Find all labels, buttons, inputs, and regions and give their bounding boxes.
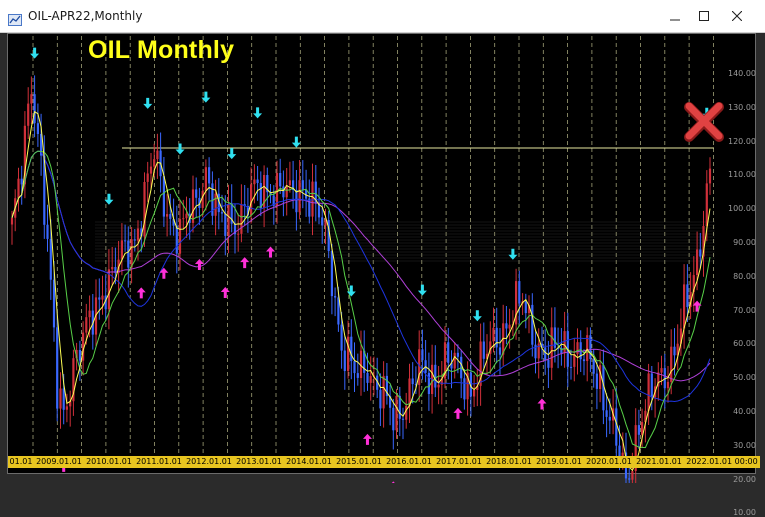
date-axis-label: 2021.01.01 [634,456,684,468]
price-axis-label: 30.00 [733,440,756,450]
chart-icon [8,11,22,26]
date-axis-label: 01.01 [8,456,34,468]
close-icon [731,9,743,25]
chart-window: OIL-APR22,Monthly OIL Monthly 140.00 130.… [0,0,765,517]
date-axis-label: 2012.01.01 [184,456,234,468]
price-axis-label: 40.00 [733,407,756,416]
title-bar[interactable]: OIL-APR22,Monthly [0,0,765,33]
price-axis-label: 50.00 [733,373,756,383]
maximize-button[interactable] [687,6,721,28]
candle-body [628,478,631,480]
date-axis: 01.01 2009.01.01 2010.01.01 2011.01.01 2012.… [8,456,760,468]
price-axis-label: 120.00 [728,136,756,146]
date-axis-label: 2014.01.01 [284,456,334,468]
window-title: OIL-APR22,Monthly [28,9,143,23]
date-axis-label: 2010.01.01 [84,456,134,468]
close-button[interactable] [720,6,754,28]
date-axis-label: 2017.01.01 [434,456,484,468]
price-axis-label: 10.00 [733,508,756,517]
price-axis-label: 70.00 [733,305,756,315]
price-axis-label: 140.00 [728,69,756,78]
chart-title: OIL Monthly [88,36,235,64]
date-axis-label: 2020.01.01 [584,456,634,468]
price-axis-label: 100.00 [728,204,756,214]
price-axis-label: 130.00 [728,102,756,112]
date-axis-label: 2015.01.01 [334,456,384,468]
chart-area[interactable] [7,33,756,474]
minimize-icon [670,9,680,25]
date-axis-label: 2019.01.01 [534,456,584,468]
date-axis-label: 2018.01.01 [484,456,534,468]
price-axis-label: 20.00 [733,474,756,484]
maximize-icon [699,9,709,25]
date-axis-label: 2013.01.01 [234,456,284,468]
date-axis-label: 2009.01.01 [34,456,84,468]
price-axis-label: 60.00 [733,339,756,349]
date-axis-label: 2016.01.01 [384,456,434,468]
date-axis-label: 2022.01.01 00:00 [684,456,760,468]
price-axis-label: 110.00 [728,170,756,180]
price-axis-label: 80.00 [733,271,756,281]
date-axis-label: 2011.01.01 [134,456,184,468]
price-axis-label: 90.00 [733,238,756,247]
